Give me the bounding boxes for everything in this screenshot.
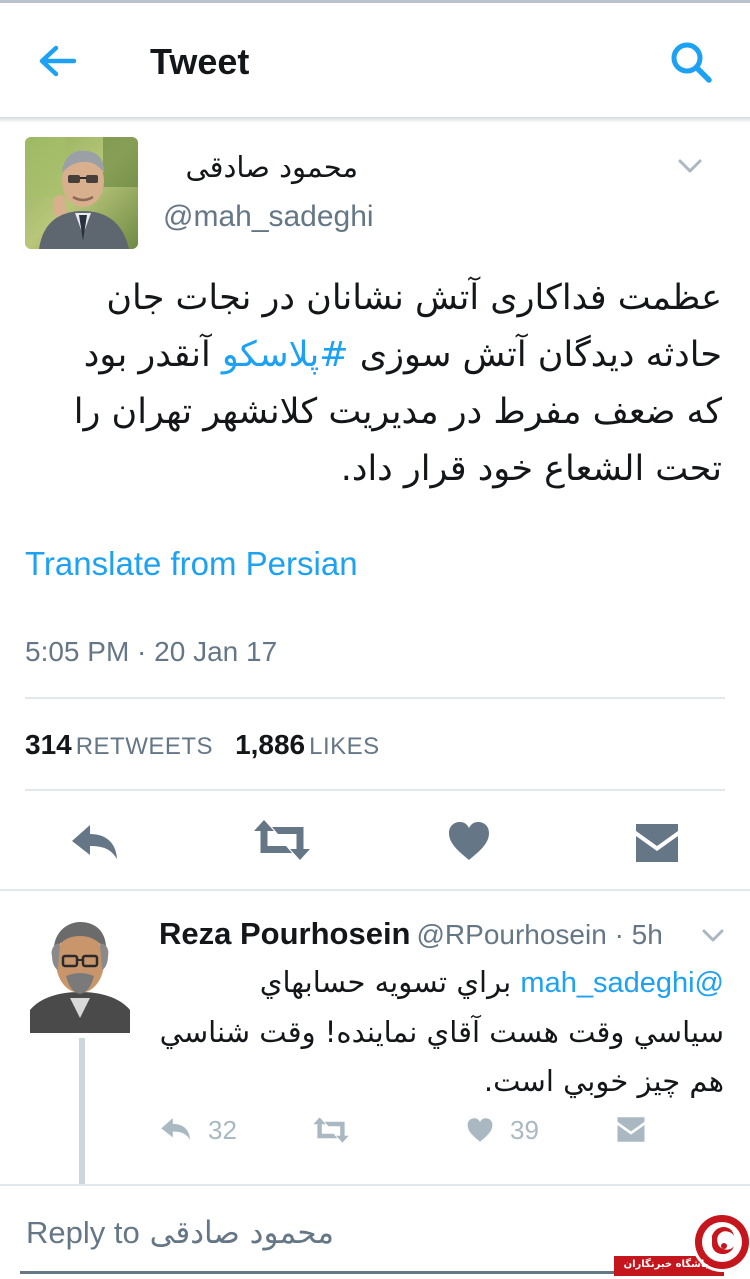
retweets-label[interactable]: RETWEETS (76, 733, 213, 760)
reply-icon[interactable] (160, 1116, 192, 1142)
retweet-icon[interactable] (312, 1116, 350, 1144)
translate-link[interactable]: Translate from Persian (25, 545, 358, 583)
reply-input-name: محمود صادقی (149, 1215, 335, 1251)
mention-link[interactable]: @mah_sadeghi (520, 967, 724, 999)
reply-text-line: @mah_sadeghi براي تسويه حسابهاي (154, 958, 724, 1008)
reply-count: 32 (208, 1115, 237, 1145)
hashtag-link[interactable]: #پلاسکو (222, 335, 349, 375)
author-avatar[interactable] (25, 137, 138, 249)
direct-message-icon[interactable] (616, 1116, 646, 1143)
page-title: Tweet (150, 41, 250, 82)
reply-input[interactable]: Reply to محمود صادقی (26, 1215, 334, 1251)
reply-text: @mah_sadeghi براي تسويه حسابهاي سياسي وق… (154, 958, 724, 1106)
app-header: Tweet (0, 3, 750, 117)
retweets-count[interactable]: 314 (25, 729, 72, 760)
author-name[interactable]: محمود صادقی (185, 150, 358, 184)
tweet-text-line: که ضعف مفرط در مدیریت کلانشهر تهران را (73, 392, 722, 432)
chevron-down-icon[interactable] (701, 928, 725, 944)
tweet-text-segment: آنقدر بود (83, 335, 222, 375)
divider (0, 1184, 750, 1186)
tweet-text: عظمت فداکاری آتش نشانان در نجات جان حادث… (22, 270, 722, 498)
heart-icon[interactable] (466, 1117, 494, 1143)
like-count: 39 (510, 1115, 539, 1145)
retweet-icon[interactable] (252, 818, 312, 862)
divider (25, 789, 725, 791)
likes-label[interactable]: LIKES (309, 733, 380, 760)
heart-icon[interactable] (447, 820, 491, 862)
header-shadow (0, 117, 750, 123)
reply-input-prefix: Reply to (26, 1215, 140, 1250)
search-icon[interactable] (668, 39, 714, 85)
tweet-text-line: تحت الشعاع خود قرار داد. (340, 449, 722, 489)
reply-text-line: هم چيز خوبي است. (483, 1064, 724, 1098)
input-underline (20, 1271, 630, 1274)
tweet-text-line: حادثه دیدگان آتش سوزی #پلاسکو آنقدر بود (22, 327, 722, 384)
tweet-stats: 314 RETWEETS 1,886 LIKES (25, 729, 380, 761)
tweet-text-line: عظمت فداکاری آتش نشانان در نجات جان (106, 278, 722, 318)
direct-message-icon[interactable] (634, 822, 680, 864)
back-arrow-icon[interactable] (34, 39, 84, 83)
divider (0, 889, 750, 891)
watermark-logo: باشگاه خبرنگاران (612, 1202, 750, 1279)
author-handle[interactable]: @mah_sadeghi (163, 200, 374, 234)
likes-count[interactable]: 1,886 (235, 729, 305, 760)
chevron-down-icon[interactable] (676, 156, 704, 176)
reply-header: Reza Pourhosein @RPourhosein · 5h (159, 916, 663, 952)
tweet-text-segment: حادثه دیدگان آتش سوزی (348, 335, 722, 375)
watermark-text: باشگاه خبرنگاران (623, 1259, 709, 1270)
thread-line (79, 1038, 85, 1184)
reply-icon[interactable] (70, 822, 120, 862)
reply-text-segment: براي تسويه حسابهاي (259, 965, 521, 999)
tweet-timestamp: 5:05 PM · 20 Jan 17 (25, 636, 278, 667)
reply-author-meta[interactable]: @RPourhosein · 5h (417, 919, 663, 950)
divider (25, 697, 725, 699)
reply-avatar[interactable] (30, 918, 130, 1033)
reply-text-line: سياسي وقت هست آقاي نماينده! وقت شناسي (159, 1015, 724, 1049)
reply-author-name[interactable]: Reza Pourhosein (159, 916, 411, 951)
